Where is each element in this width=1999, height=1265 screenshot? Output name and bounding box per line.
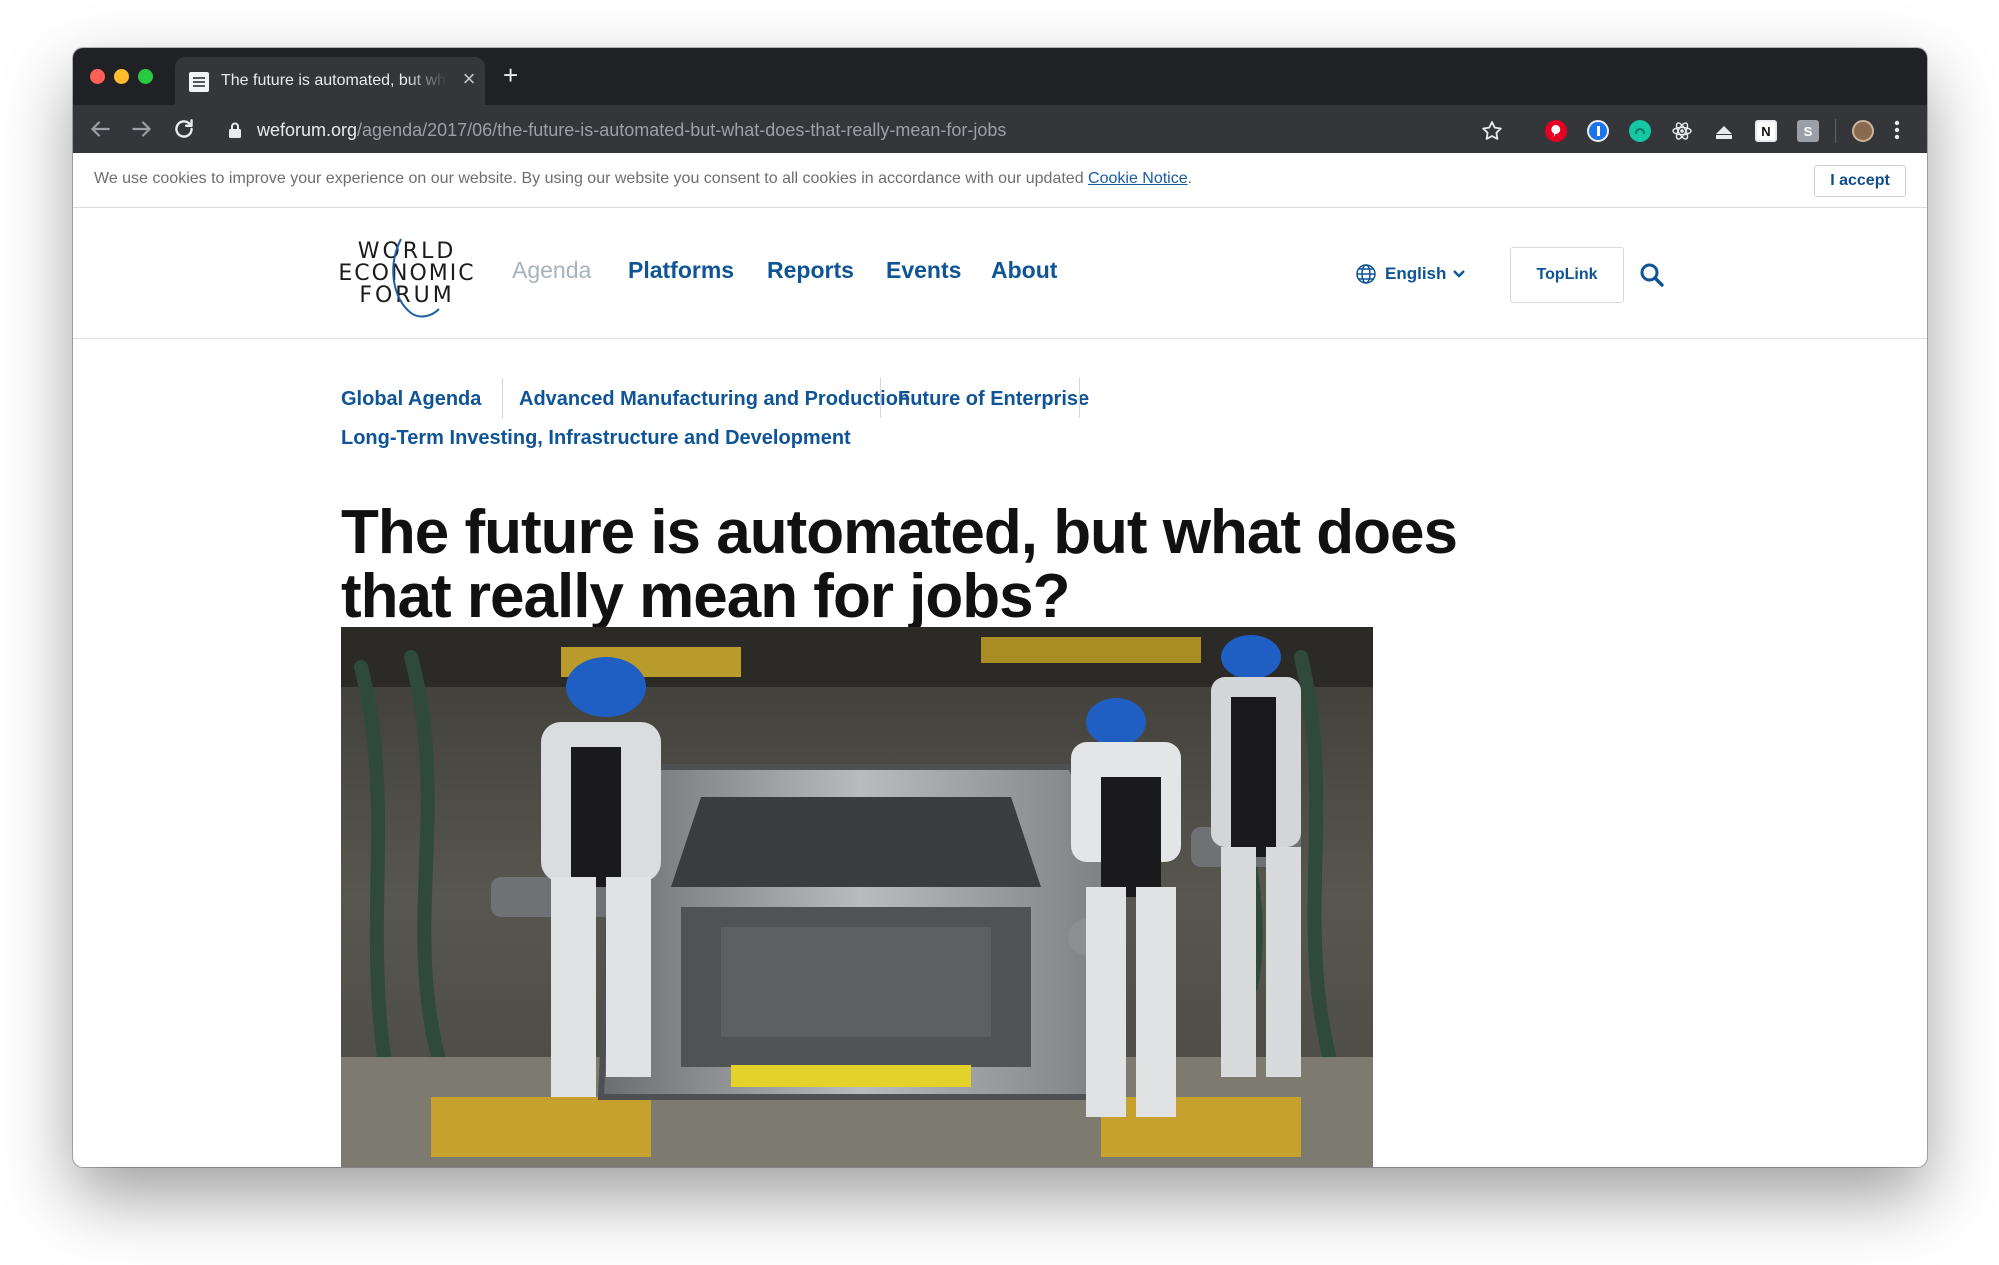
topic-link[interactable]: Advanced Manufacturing and Production <box>519 388 910 411</box>
chevron-down-icon <box>1453 270 1466 278</box>
lock-icon <box>229 122 241 138</box>
nav-about[interactable]: About <box>991 257 1057 284</box>
browser-tab[interactable]: The future is automated, but what does t… <box>175 57 485 105</box>
cookie-banner: We use cookies to improve your experienc… <box>73 153 1927 208</box>
notion-icon[interactable]: N <box>1755 120 1777 142</box>
bookmark-star-icon[interactable] <box>1480 119 1504 143</box>
topic-divider <box>502 378 503 418</box>
article-title-line-1: The future is automated, but what does <box>341 498 1458 567</box>
language-selector[interactable]: English <box>1355 263 1474 285</box>
stash-icon[interactable] <box>1713 120 1735 142</box>
new-tab-button[interactable]: + <box>503 62 518 88</box>
hero-image <box>341 627 1373 1167</box>
site-header: WORLD ECONOMIC FORUM Agenda Platforms Re… <box>73 209 1927 339</box>
topic-link[interactable]: Global Agenda <box>341 388 481 411</box>
topic-link[interactable]: Long-Term Investing, Infrastructure and … <box>341 427 851 450</box>
logo-arc-icon <box>392 238 440 318</box>
factory-photo-illustration <box>341 627 1373 1167</box>
cookie-message-text: We use cookies to improve your experienc… <box>94 170 1089 187</box>
site-favicon-icon <box>189 72 209 92</box>
profile-avatar[interactable] <box>1852 120 1874 142</box>
topic-divider <box>1079 378 1080 418</box>
topic-divider <box>880 378 881 418</box>
globe-icon <box>1356 264 1376 284</box>
onepassword-icon[interactable] <box>1587 120 1609 142</box>
nav-agenda[interactable]: Agenda <box>512 257 591 284</box>
tab-close-icon[interactable]: × <box>458 67 480 91</box>
nav-reports[interactable]: Reports <box>767 257 854 284</box>
reload-button[interactable] <box>171 116 197 142</box>
back-arrow-icon <box>91 121 110 137</box>
language-label: English <box>1385 264 1447 283</box>
toplink-button[interactable]: TopLink <box>1510 247 1624 303</box>
forward-button[interactable] <box>129 116 155 142</box>
cookie-message: We use cookies to improve your experienc… <box>94 170 1192 188</box>
tab-bar: The future is automated, but what does t… <box>73 48 1927 105</box>
more-menu-icon[interactable] <box>1893 118 1901 142</box>
cookie-message-period: . <box>1187 170 1193 187</box>
pinterest-icon[interactable] <box>1545 120 1567 142</box>
toolbar-divider <box>1835 119 1836 143</box>
minimize-window-button[interactable] <box>114 69 129 84</box>
s-extension-icon[interactable]: S <box>1797 120 1819 142</box>
wef-logo[interactable]: WORLD ECONOMIC FORUM <box>337 229 477 319</box>
back-button[interactable] <box>87 116 113 142</box>
url-path: /agenda/2017/06/the-future-is-automated-… <box>357 120 1007 140</box>
article-title: The future is automated, but what does t… <box>341 501 1581 629</box>
address-bar[interactable]: weforum.org/agenda/2017/06/the-future-is… <box>219 114 1579 146</box>
nav-events[interactable]: Events <box>886 257 961 284</box>
tab-title: The future is automated, but what does t… <box>221 72 447 89</box>
cookie-notice-link[interactable]: Cookie Notice <box>1088 170 1188 187</box>
react-devtools-icon[interactable] <box>1671 120 1693 142</box>
close-window-button[interactable] <box>90 69 105 84</box>
maximize-window-button[interactable] <box>138 69 153 84</box>
browser-window: The future is automated, but what does t… <box>73 48 1927 1167</box>
search-icon[interactable] <box>1639 262 1665 288</box>
mailtrack-icon[interactable] <box>1629 120 1651 142</box>
browser-toolbar: weforum.org/agenda/2017/06/the-future-is… <box>73 105 1927 153</box>
topic-link[interactable]: Future of Enterprise <box>898 388 1089 411</box>
reload-icon <box>175 119 193 138</box>
article-title-line-2: that really mean for jobs? <box>341 562 1071 631</box>
url-host: weforum.org <box>257 120 358 140</box>
forward-arrow-icon <box>132 121 151 137</box>
nav-platforms[interactable]: Platforms <box>628 257 734 284</box>
url-text: weforum.org/agenda/2017/06/the-future-is… <box>257 120 1006 141</box>
accept-cookies-button[interactable]: I accept <box>1814 165 1906 197</box>
